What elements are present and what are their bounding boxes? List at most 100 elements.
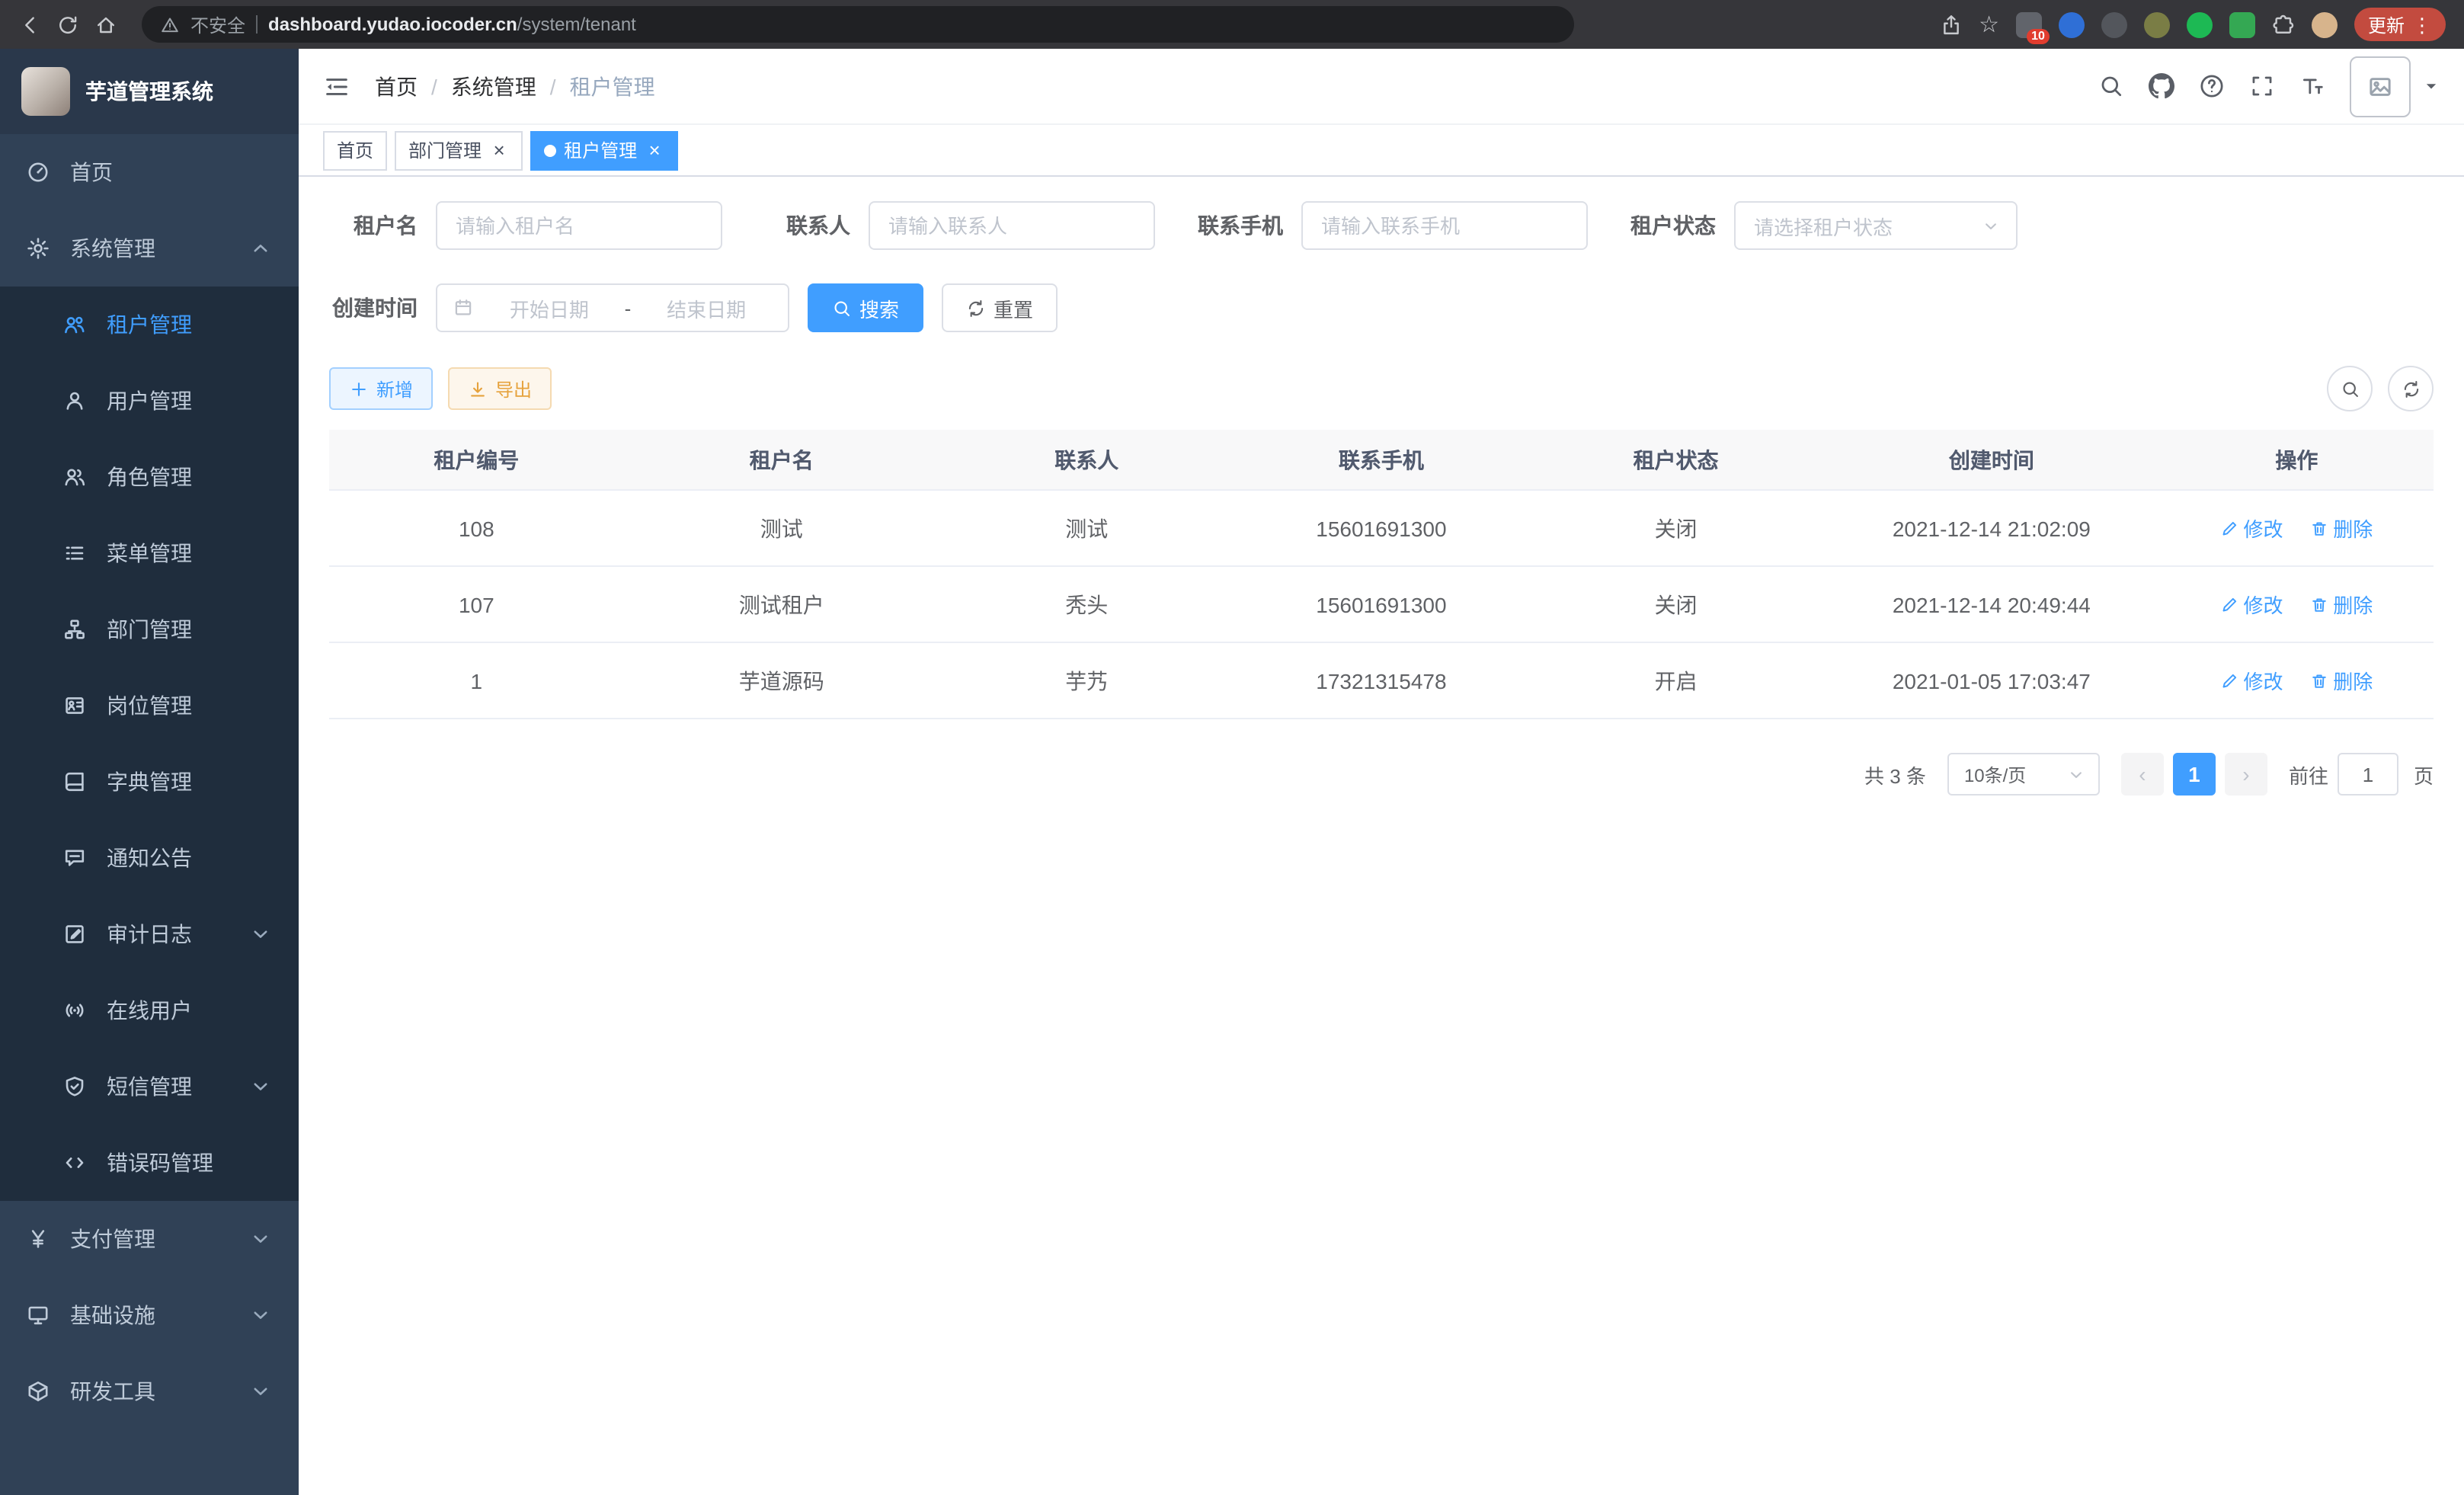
sidebar-toggle-icon[interactable]	[323, 72, 350, 100]
sidebar-item-tenant[interactable]: 租户管理	[0, 287, 299, 363]
cell-status: 关闭	[1528, 566, 1823, 642]
extension-blue-icon[interactable]	[2059, 11, 2085, 37]
sidebar-item-sms[interactable]: 短信管理	[0, 1048, 299, 1125]
delete-link[interactable]: 删除	[2310, 666, 2373, 695]
table-row[interactable]: 108 测试 测试 15601691300 关闭 2021-12-14 21:0…	[329, 490, 2434, 566]
address-bar[interactable]: 不安全 dashboard.yudao.iocoder.cn/system/te…	[142, 6, 1574, 43]
search-icon[interactable]	[2098, 73, 2124, 99]
sidebar-item-auditlog[interactable]: 审计日志	[0, 896, 299, 972]
help-icon[interactable]	[2199, 73, 2225, 99]
goto-label: 前往	[2289, 760, 2328, 789]
col-tenant-name[interactable]: 租户名	[624, 430, 939, 490]
edit-link[interactable]: 修改	[2220, 590, 2283, 619]
browser-menu-dots-icon[interactable]: ⋮	[2412, 14, 2432, 34]
close-icon[interactable]: ×	[645, 140, 664, 160]
reload-icon[interactable]	[56, 13, 79, 36]
sidebar-item-post[interactable]: 岗位管理	[0, 667, 299, 744]
extension-olive-icon[interactable]	[2144, 11, 2170, 37]
back-icon[interactable]	[18, 13, 41, 36]
sidebar-item-payment[interactable]: 支付管理	[0, 1201, 299, 1277]
edit-link[interactable]: 修改	[2220, 666, 2283, 695]
star-icon[interactable]: ☆	[1979, 13, 1999, 36]
reset-button[interactable]: 重置	[942, 283, 1058, 332]
fullscreen-icon[interactable]	[2249, 73, 2275, 99]
col-phone[interactable]: 联系手机	[1234, 430, 1529, 490]
sidebar-item-errorcode[interactable]: 错误码管理	[0, 1125, 299, 1201]
tenant-status-select[interactable]: 请选择租户状态	[1734, 201, 2018, 250]
phone-input[interactable]	[1301, 201, 1588, 250]
broadcast-icon	[61, 998, 88, 1023]
caret-down-icon[interactable]	[2423, 78, 2440, 94]
toggle-search-button[interactable]	[2327, 366, 2373, 411]
create-time-label: 创建时间	[329, 293, 418, 323]
logo[interactable]: 芋道管理系统	[0, 49, 299, 134]
sidebar-item-user[interactable]: 用户管理	[0, 363, 299, 439]
col-created[interactable]: 创建时间	[1823, 430, 2160, 490]
sidebar-item-home[interactable]: 首页	[0, 134, 299, 210]
sidebar-item-system[interactable]: 系统管理	[0, 210, 299, 287]
security-label[interactable]: 不安全	[190, 11, 245, 37]
user-avatar[interactable]	[2350, 56, 2411, 117]
tab-home[interactable]: 首页	[323, 130, 387, 170]
table-row[interactable]: 1 芋道源码 芋艿 17321315478 开启 2021-01-05 17:0…	[329, 642, 2434, 719]
sidebar-item-label: 用户管理	[107, 386, 192, 416]
edit-icon	[2220, 519, 2238, 537]
font-size-icon[interactable]	[2299, 73, 2325, 99]
sidebar-item-menu[interactable]: 菜单管理	[0, 515, 299, 591]
sidebar-item-dept[interactable]: 部门管理	[0, 591, 299, 667]
tab-dept[interactable]: 部门管理 ×	[395, 130, 523, 170]
page-size-select[interactable]: 10条/页	[1947, 753, 2100, 796]
extensions-puzzle-icon[interactable]	[2272, 13, 2295, 36]
search-button[interactable]: 搜索	[808, 283, 923, 332]
goto-page-input[interactable]	[2338, 753, 2398, 796]
add-button[interactable]: 新增	[329, 367, 433, 410]
edit-link[interactable]: 修改	[2220, 514, 2283, 543]
gear-icon	[24, 236, 52, 261]
table-row[interactable]: 107 测试租户 秃头 15601691300 关闭 2021-12-14 20…	[329, 566, 2434, 642]
tab-tenant[interactable]: 租户管理 ×	[530, 130, 678, 170]
date-start-placeholder: 开始日期	[483, 293, 616, 322]
sidebar-item-infra[interactable]: 基础设施	[0, 1277, 299, 1353]
delete-link[interactable]: 删除	[2310, 514, 2373, 543]
delete-label: 删除	[2333, 590, 2373, 619]
contact-label: 联系人	[762, 210, 850, 241]
url-text[interactable]: dashboard.yudao.iocoder.cn/system/tenant	[268, 14, 636, 35]
contact-input[interactable]	[869, 201, 1155, 250]
sidebar-item-dict[interactable]: 字典管理	[0, 744, 299, 820]
extension-globe-icon[interactable]	[2101, 11, 2127, 37]
code-icon	[61, 1151, 88, 1175]
close-icon[interactable]: ×	[489, 140, 509, 160]
current-page-button[interactable]: 1	[2173, 753, 2216, 796]
home-icon[interactable]	[94, 13, 117, 36]
breadcrumb-home[interactable]: 首页	[375, 71, 418, 101]
next-page-button[interactable]: ›	[2225, 753, 2267, 796]
col-contact[interactable]: 联系人	[939, 430, 1234, 490]
col-tenant-id[interactable]: 租户编号	[329, 430, 624, 490]
extension-tabs-icon[interactable]: 10	[2016, 11, 2042, 37]
tags-view: 首页 部门管理 × 租户管理 ×	[299, 125, 2464, 177]
user-icon	[61, 389, 88, 413]
tenant-name-input[interactable]	[436, 201, 722, 250]
profile-avatar[interactable]	[2312, 11, 2338, 37]
sidebar-item-notice[interactable]: 通知公告	[0, 820, 299, 896]
share-icon[interactable]	[1939, 13, 1962, 36]
delete-link[interactable]: 删除	[2310, 590, 2373, 619]
table-toolbar: 新增 导出	[329, 366, 2434, 411]
breadcrumb-system[interactable]: 系统管理	[451, 71, 536, 101]
col-status[interactable]: 租户状态	[1528, 430, 1823, 490]
refresh-table-button[interactable]	[2388, 366, 2434, 411]
tab-label: 部门管理	[408, 137, 482, 163]
sidebar-item-online[interactable]: 在线用户	[0, 972, 299, 1048]
prev-page-button[interactable]: ‹	[2121, 753, 2164, 796]
extension-check-icon[interactable]	[2187, 11, 2213, 37]
extension-chat-icon[interactable]	[2229, 11, 2255, 37]
update-button[interactable]: 更新 ⋮	[2354, 8, 2446, 41]
sidebar-item-devtools[interactable]: 研发工具	[0, 1353, 299, 1429]
create-time-range-picker[interactable]: 开始日期 - 结束日期	[436, 283, 789, 332]
export-button[interactable]: 导出	[448, 367, 552, 410]
github-icon[interactable]	[2149, 73, 2174, 99]
sidebar-item-role[interactable]: 角色管理	[0, 439, 299, 515]
phone-label: 联系手机	[1195, 210, 1283, 241]
sidebar-item-label: 支付管理	[70, 1224, 155, 1254]
cell-contact: 秃头	[939, 566, 1234, 642]
